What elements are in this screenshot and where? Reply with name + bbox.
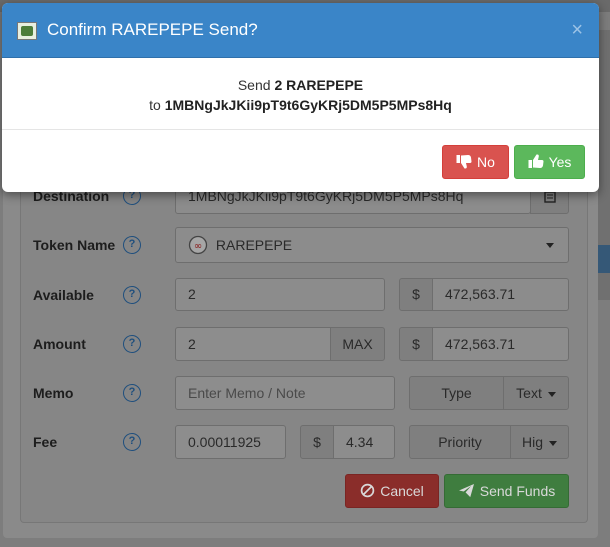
cancel-button[interactable]: Cancel (345, 474, 439, 508)
chevron-down-icon (546, 243, 554, 248)
dialog-message-line2: to 1MBNgJkJKii9pT9t6GyKRj5DM5P5MPs8Hq (2, 95, 599, 115)
available-label: Available (33, 287, 94, 303)
no-button[interactable]: No (442, 145, 509, 179)
dialog-header: Confirm RAREPEPE Send? × (2, 3, 599, 58)
rarepepe-token-icon: ∞ (188, 235, 208, 254)
token-name-value: RAREPEPE (215, 237, 293, 253)
yes-label: Yes (548, 154, 572, 170)
dialog-message-line1: Send 2 RAREPEPE (2, 75, 599, 95)
send-prefix: Send (237, 77, 271, 93)
fee-priority-value: Hig (521, 434, 543, 450)
fee-row: Fee ? 0.00011925 $ 4.34 Priority Hig (0, 424, 610, 460)
memo-help-icon[interactable]: ? (123, 384, 141, 402)
fee-usd-input[interactable]: 4.34 (333, 425, 395, 459)
dialog-footer: No Yes (2, 130, 599, 192)
amount-row: Amount ? 2 MAX $ 472,563.71 (0, 326, 610, 362)
confirm-send-dialog: Confirm RAREPEPE Send? × Send 2 RAREPEPE… (2, 3, 599, 192)
cancel-label: Cancel (380, 483, 424, 499)
available-currency-addon: $ (399, 278, 433, 311)
memo-row: Memo ? Enter Memo / Note Type Text (0, 375, 610, 411)
token-name-row: Token Name ? ∞ RAREPEPE (0, 227, 610, 263)
token-name-label: Token Name (33, 237, 116, 253)
token-name-select[interactable]: ∞ RAREPEPE (175, 227, 569, 263)
fee-label: Fee (33, 434, 58, 450)
amount-label: Amount (33, 336, 86, 352)
token-name-help-icon[interactable]: ? (123, 236, 141, 254)
close-icon[interactable]: × (571, 20, 583, 40)
amount-input[interactable]: 2 (175, 327, 331, 361)
available-help-icon[interactable]: ? (123, 286, 141, 304)
memo-type-value: Text (516, 385, 542, 401)
memo-label: Memo (33, 385, 74, 401)
send-funds-label: Send Funds (479, 483, 556, 499)
chevron-down-icon (549, 440, 557, 446)
fee-input[interactable]: 0.00011925 (175, 425, 286, 459)
rarepepe-logo-icon (17, 22, 37, 40)
ban-icon (360, 484, 375, 498)
amount-help-icon[interactable]: ? (123, 335, 141, 353)
to-prefix: to (149, 97, 161, 113)
fee-currency-addon: $ (300, 425, 334, 459)
no-label: No (477, 154, 495, 170)
memo-placeholder: Enter Memo / Note (188, 385, 306, 401)
yes-button[interactable]: Yes (514, 145, 585, 179)
fee-help-icon[interactable]: ? (123, 433, 141, 451)
available-row: Available ? 2 $ 472,563.71 (0, 277, 610, 313)
max-button[interactable]: MAX (330, 327, 385, 361)
chevron-down-icon (547, 391, 556, 397)
dialog-title: Confirm RAREPEPE Send? (47, 20, 258, 39)
svg-text:∞: ∞ (194, 241, 202, 252)
amount-currency-addon: $ (399, 327, 433, 361)
dialog-body: Send 2 RAREPEPE to 1MBNgJkJKii9pT9t6GyKR… (2, 58, 599, 130)
available-input: 2 (175, 278, 385, 311)
memo-input[interactable]: Enter Memo / Note (175, 376, 395, 410)
amount-usd-input[interactable]: 472,563.71 (432, 327, 569, 361)
send-funds-button[interactable]: Send Funds (444, 474, 569, 508)
memo-type-dropdown[interactable]: Text (503, 376, 569, 410)
fee-priority-label: Priority (409, 425, 511, 459)
memo-type-label: Type (409, 376, 504, 410)
destination-address: 1MBNgJkJKii9pT9t6GyKRj5DM5P5MPs8Hq (164, 97, 452, 113)
thumbs-up-icon (528, 154, 544, 169)
available-usd-input: 472,563.71 (432, 278, 569, 311)
fee-priority-dropdown[interactable]: Hig (510, 425, 569, 459)
send-amount: 2 RAREPEPE (274, 77, 364, 93)
thumbs-down-icon (456, 155, 472, 169)
address-book-icon (543, 191, 556, 203)
paper-plane-icon (458, 484, 474, 498)
